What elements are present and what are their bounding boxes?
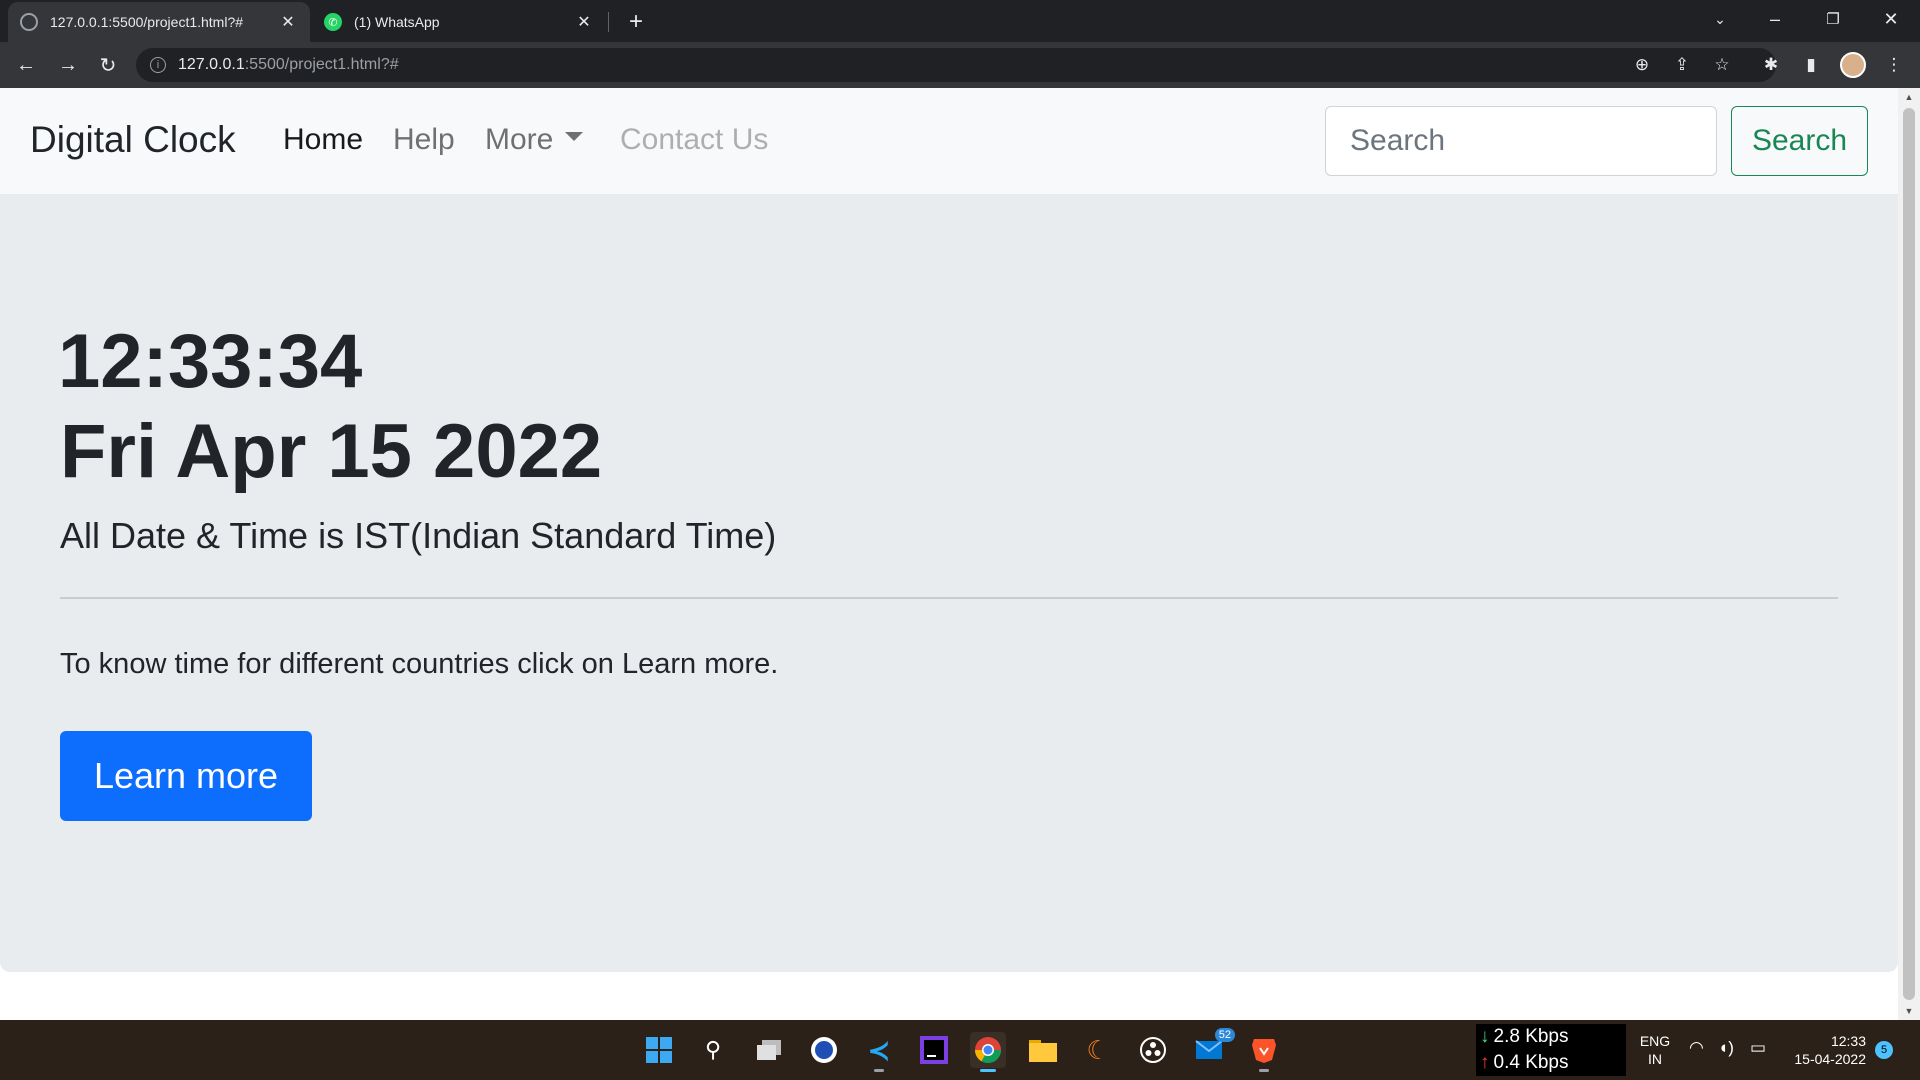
nav-dropdown-label: More: [485, 123, 554, 156]
volume-icon[interactable]: ◖): [1718, 1038, 1734, 1058]
forward-icon[interactable]: →: [52, 49, 84, 81]
nav-link-help[interactable]: Help: [393, 123, 455, 157]
windows-start-icon[interactable]: [641, 1032, 677, 1068]
tab-project1[interactable]: 127.0.0.1:5500/project1.html?# ✕: [8, 2, 310, 42]
system-clock[interactable]: 12:33 15-04-2022: [1782, 1032, 1866, 1068]
info-text: To know time for different countries cli…: [60, 648, 779, 680]
close-icon[interactable]: ✕: [574, 12, 594, 32]
minimize-icon[interactable]: –: [1752, 0, 1798, 38]
tab-whatsapp[interactable]: ✆ (1) WhatsApp ✕: [312, 2, 606, 42]
taskbar: ⚲ ≺ ☾ 52 ↓ 2.8 Kbps ↑ 0.4 Kbps ENG IN ◠ ◖)…: [0, 1020, 1920, 1080]
battery-icon[interactable]: ▭: [1750, 1038, 1766, 1058]
notification-badge[interactable]: 5: [1875, 1041, 1893, 1059]
address-bar[interactable]: i 127.0.0.1:5500/project1.html?#: [136, 48, 1776, 82]
search-icon[interactable]: ⚲: [695, 1032, 731, 1068]
scroll-up-icon[interactable]: ▲: [1898, 88, 1920, 106]
page-scrollbar[interactable]: ▲ ▼: [1898, 88, 1920, 1020]
network-speed-monitor: ↓ 2.8 Kbps ↑ 0.4 Kbps: [1476, 1024, 1626, 1076]
chrome-icon[interactable]: [970, 1032, 1006, 1072]
caret-down-icon: [565, 131, 584, 141]
menu-icon[interactable]: ⋮: [1882, 53, 1906, 77]
clock-time: 12:33:34: [58, 319, 363, 404]
scroll-thumb[interactable]: [1903, 108, 1915, 1000]
intellij-icon[interactable]: [916, 1032, 952, 1068]
wifi-icon[interactable]: ◠: [1689, 1038, 1704, 1058]
search-button[interactable]: Search: [1731, 106, 1868, 176]
vscode-icon[interactable]: ≺: [861, 1032, 897, 1072]
mail-icon[interactable]: 52: [1191, 1028, 1235, 1068]
window-close-icon[interactable]: ✕: [1868, 0, 1914, 38]
task-view-icon[interactable]: [751, 1032, 787, 1068]
clock-date: Fri Apr 15 2022: [60, 409, 603, 494]
extensions-icon[interactable]: ✱: [1759, 53, 1783, 77]
nav-link-home[interactable]: Home: [283, 123, 363, 157]
scroll-down-icon[interactable]: ▼: [1898, 1002, 1920, 1020]
reload-icon[interactable]: ↻: [92, 49, 124, 81]
word-icon[interactable]: [806, 1032, 842, 1068]
lang-region: IN: [1648, 1051, 1662, 1067]
tab-title: 127.0.0.1:5500/project1.html?#: [50, 14, 244, 30]
clock-time-small: 12:33: [1830, 1033, 1866, 1049]
tab-search-icon[interactable]: ⌄: [1697, 0, 1743, 38]
browser-tabstrip: 127.0.0.1:5500/project1.html?# ✕ ✆ (1) W…: [0, 0, 1920, 42]
side-panel-icon[interactable]: ▮: [1799, 53, 1823, 77]
net-up-row: ↑ 0.4 Kbps: [1480, 1050, 1626, 1076]
new-tab-icon[interactable]: +: [622, 8, 650, 36]
back-icon[interactable]: ←: [10, 49, 42, 81]
navbar: Digital Clock Home Help More Contact Us …: [0, 88, 1898, 194]
search-input[interactable]: [1325, 106, 1717, 176]
url-path: :5500/project1.html?#: [244, 56, 399, 73]
upload-arrow-icon: ↑: [1480, 1052, 1490, 1073]
obs-icon[interactable]: [1135, 1032, 1171, 1068]
download-arrow-icon: ↓: [1480, 1026, 1490, 1047]
url-host: 127.0.0.1: [178, 56, 245, 73]
clock-jumbotron: 12:33:34 Fri Apr 15 2022 All Date & Time…: [0, 194, 1898, 972]
net-down-value: 2.8 Kbps: [1493, 1026, 1569, 1047]
whatsapp-icon: ✆: [324, 13, 342, 31]
brave-icon[interactable]: [1246, 1032, 1282, 1072]
site-info-icon[interactable]: i: [150, 57, 166, 73]
learn-more-button[interactable]: Learn more: [60, 731, 312, 821]
language-indicator[interactable]: ENG IN: [1638, 1032, 1672, 1068]
file-explorer-icon[interactable]: [1025, 1032, 1061, 1068]
bookmark-star-icon[interactable]: ☆: [1710, 53, 1734, 77]
nav-dropdown-more[interactable]: More: [485, 123, 584, 157]
restore-icon[interactable]: ❐: [1810, 0, 1856, 38]
eclipse-icon[interactable]: ☾: [1080, 1032, 1116, 1068]
clock-date-small: 15-04-2022: [1794, 1051, 1866, 1067]
share-icon[interactable]: ⇪: [1670, 53, 1694, 77]
browser-toolbar: ← → ↻ i 127.0.0.1:5500/project1.html?# ⊕…: [0, 42, 1920, 88]
tab-divider: [608, 12, 609, 32]
brand-logo[interactable]: Digital Clock: [30, 119, 236, 161]
page-viewport: Digital Clock Home Help More Contact Us …: [0, 88, 1898, 1020]
zoom-icon[interactable]: ⊕: [1630, 53, 1654, 77]
nav-link-contact: Contact Us: [620, 123, 769, 156]
lang-code: ENG: [1639, 1033, 1671, 1049]
net-down-row: ↓ 2.8 Kbps: [1480, 1024, 1626, 1050]
mail-badge: 52: [1214, 1028, 1235, 1042]
timezone-note: All Date & Time is IST(Indian Standard T…: [60, 515, 777, 556]
close-icon[interactable]: ✕: [278, 12, 298, 32]
divider: [60, 597, 1838, 599]
tab-title: (1) WhatsApp: [354, 14, 440, 30]
net-up-value: 0.4 Kbps: [1493, 1052, 1569, 1073]
globe-icon: [20, 13, 38, 31]
profile-avatar[interactable]: [1840, 52, 1866, 78]
